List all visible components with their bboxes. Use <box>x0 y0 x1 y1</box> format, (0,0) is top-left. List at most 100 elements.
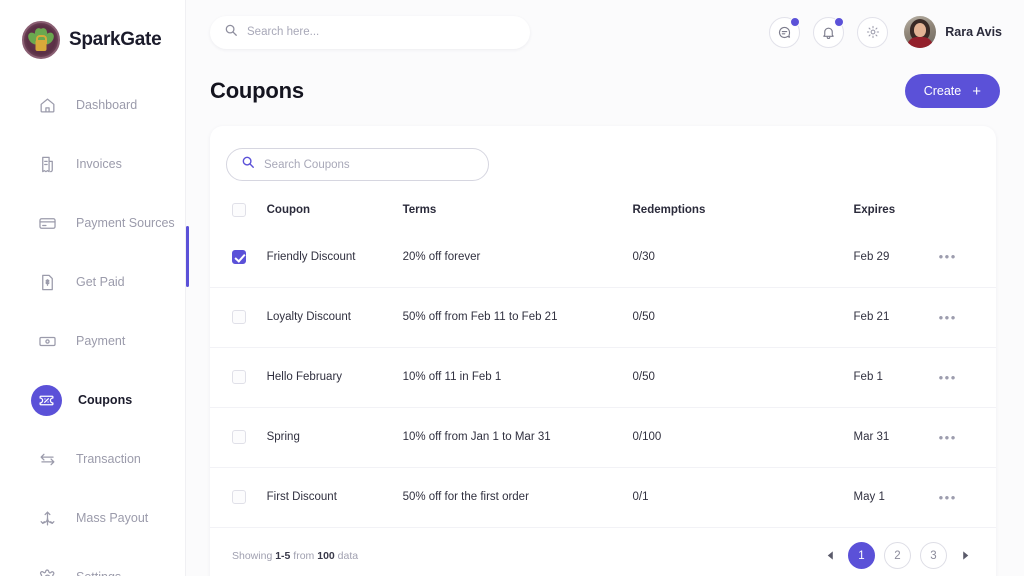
row-select-cell <box>210 406 267 467</box>
row-actions-cell: ••• <box>938 406 996 467</box>
prev-page-icon[interactable] <box>821 547 839 565</box>
showing-suffix: data <box>334 549 359 562</box>
cell-terms: 10% off from Jan 1 to Mar 31 <box>402 406 633 467</box>
cell-redemptions: 0/1 <box>632 466 854 527</box>
gear-icon <box>34 564 60 576</box>
chat-badge <box>790 16 801 27</box>
row-checkbox[interactable] <box>232 370 246 384</box>
cell-coupon: Friendly Discount <box>266 250 356 263</box>
bell-badge <box>834 16 845 27</box>
user-name: Rara Avis <box>945 25 1002 39</box>
page-title: Coupons <box>210 78 304 103</box>
sidebar-item-settings[interactable]: Settings <box>0 557 185 576</box>
row-checkbox[interactable] <box>232 249 246 264</box>
credit-card-icon <box>34 210 60 236</box>
cell-expires: Mar 31 <box>853 406 939 467</box>
showing-total: 100 <box>317 549 335 562</box>
row-actions-icon[interactable]: ••• <box>939 310 957 325</box>
row-actions-icon[interactable]: ••• <box>939 249 957 264</box>
sidebar-item-coupons[interactable]: Coupons <box>0 380 185 420</box>
sidebar-item-payment-sources[interactable]: Payment Sources <box>0 203 185 243</box>
row-select-cell <box>210 286 267 347</box>
cell-coupon: Loyalty Discount <box>266 286 403 347</box>
search-input[interactable] <box>247 26 516 38</box>
ticket-percent-icon <box>31 384 62 416</box>
sidebar-item-label: Transaction <box>76 452 141 466</box>
coupon-search-input[interactable] <box>264 158 474 171</box>
cell-redemptions: 0/30 <box>632 250 655 263</box>
global-search[interactable] <box>210 15 530 49</box>
row-actions-icon[interactable]: ••• <box>939 370 957 385</box>
sidebar-item-invoices[interactable]: Invoices <box>0 144 185 184</box>
row-actions-icon[interactable]: ••• <box>939 490 957 505</box>
showing-summary: Showing 1-5 from 100 data <box>232 550 358 562</box>
showing-mid: from <box>290 549 318 562</box>
search-icon <box>224 23 238 42</box>
table-row[interactable]: Hello February 10% off 11 in Feb 1 0/50 … <box>210 346 996 407</box>
brand[interactable]: SparkGate <box>0 0 185 59</box>
cell-coupon: Hello February <box>266 346 403 407</box>
sidebar-item-transaction[interactable]: Transaction <box>0 439 185 479</box>
table-body: Friendly Discount 20% off forever 0/30 F… <box>186 226 996 527</box>
row-checkbox[interactable] <box>232 490 246 505</box>
sidebar-item-label: Payment Sources <box>76 216 175 230</box>
avatar <box>904 16 937 48</box>
invoice-icon <box>34 151 60 177</box>
leaf-lock-badge-icon <box>22 21 60 59</box>
sidebar-item-label: Settings <box>76 570 121 576</box>
table-row[interactable]: Loyalty Discount 50% off from Feb 11 to … <box>210 286 996 347</box>
page-button-3[interactable]: 3 <box>920 542 947 569</box>
coupon-search[interactable] <box>226 148 489 181</box>
row-actions-icon[interactable]: ••• <box>939 430 957 445</box>
sidebar-item-label: Coupons <box>78 393 133 407</box>
main-content: Rara Avis Coupons Create + <box>186 0 1024 576</box>
row-actions-cell: ••• <box>938 286 996 347</box>
table-footer: Showing 1-5 from 100 data 1 2 3 <box>210 527 996 569</box>
sidebar-item-label: Get Paid <box>76 275 125 289</box>
sidebar-item-label: Mass Payout <box>76 511 149 525</box>
cell-terms: 20% off forever <box>402 250 481 263</box>
table-row[interactable]: Friendly Discount 20% off forever 0/30 F… <box>186 226 996 287</box>
row-actions-cell: ••• <box>938 466 996 527</box>
gear-icon-button[interactable] <box>857 16 889 48</box>
cell-coupon: Spring <box>266 406 403 467</box>
branch-arrows-icon <box>34 505 60 531</box>
row-checkbox[interactable] <box>232 310 246 324</box>
create-button[interactable]: Create + <box>904 74 1000 108</box>
cell-expires: May 1 <box>853 466 939 527</box>
table-row[interactable]: Spring 10% off from Jan 1 to Mar 31 0/10… <box>210 406 996 467</box>
column-header-expires: Expires <box>853 204 896 216</box>
select-all-checkbox[interactable] <box>232 203 246 217</box>
sidebar-item-label: Payment <box>76 334 126 348</box>
dollar-document-icon <box>34 269 60 295</box>
chat-icon-button[interactable] <box>769 16 801 48</box>
row-select-cell <box>210 346 267 407</box>
column-header-actions <box>939 197 996 227</box>
row-checkbox[interactable] <box>232 430 246 444</box>
sidebar-item-mass-payout[interactable]: Mass Payout <box>0 498 185 538</box>
page-button-1[interactable]: 1 <box>848 542 875 569</box>
brand-name: SparkGate <box>69 29 162 50</box>
user-menu[interactable]: Rara Avis <box>904 16 1002 48</box>
row-select-cell <box>186 226 267 287</box>
sidebar-item-payment[interactable]: Payment <box>0 321 185 361</box>
coupons-table: Coupon Terms Redemptions Expires Friendl… <box>186 197 996 527</box>
create-button-label: Create <box>923 84 962 98</box>
banknote-icon <box>34 328 60 354</box>
row-select-cell <box>210 466 267 527</box>
next-page-icon[interactable] <box>956 547 974 565</box>
sidebar-item-dashboard[interactable]: Dashboard <box>0 85 185 125</box>
sidebar-item-label: Dashboard <box>76 98 138 112</box>
page-header: Coupons Create + <box>186 64 1024 108</box>
sidebar-nav: Dashboard Invoices Payment Sources Get P… <box>0 85 185 576</box>
sidebar-item-get-paid[interactable]: Get Paid <box>0 262 185 302</box>
cell-expires: Feb 29 <box>853 250 890 263</box>
showing-range: 1-5 <box>275 549 291 562</box>
table-row[interactable]: First Discount 50% off for the first ord… <box>210 466 996 527</box>
cell-terms: 10% off 11 in Feb 1 <box>402 346 633 407</box>
page-button-2[interactable]: 2 <box>884 542 911 569</box>
topbar: Rara Avis <box>186 0 1024 64</box>
bell-icon-button[interactable] <box>813 16 845 48</box>
cell-coupon: First Discount <box>266 466 403 527</box>
pagination: 1 2 3 <box>821 542 974 569</box>
